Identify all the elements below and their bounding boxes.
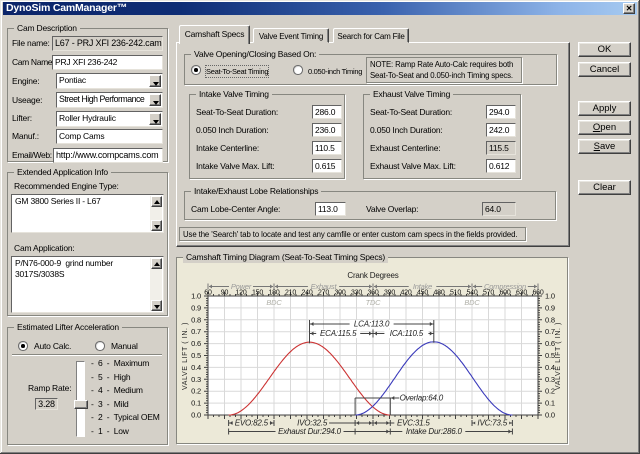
- svg-text:0.3: 0.3: [545, 375, 555, 384]
- svg-text:150: 150: [252, 290, 263, 297]
- svg-text:Intake Dur:286.0: Intake Dur:286.0: [406, 427, 463, 436]
- svg-text:VALVE LIFT ( IN. ): VALVE LIFT ( IN. ): [182, 322, 189, 390]
- svg-text:Power: Power: [231, 282, 252, 291]
- svg-text:0.5: 0.5: [191, 351, 201, 360]
- svg-text:BDC: BDC: [464, 298, 480, 307]
- svg-text:0.9: 0.9: [191, 303, 201, 312]
- svg-text:Overlap:64.0: Overlap:64.0: [400, 394, 444, 403]
- svg-text:0.0: 0.0: [545, 411, 555, 420]
- svg-text:0.6: 0.6: [191, 339, 201, 348]
- svg-text:510: 510: [450, 290, 461, 297]
- svg-text:0.2: 0.2: [191, 387, 201, 396]
- svg-text:420: 420: [400, 290, 411, 297]
- svg-text:TDC: TDC: [366, 298, 382, 307]
- svg-text:0.4: 0.4: [191, 363, 201, 372]
- svg-text:Compression: Compression: [484, 282, 526, 291]
- svg-text:0.5: 0.5: [545, 351, 555, 360]
- svg-text:IVC:73.5: IVC:73.5: [477, 419, 507, 428]
- svg-text:660: 660: [532, 290, 543, 297]
- svg-text:180: 180: [268, 290, 279, 297]
- svg-text:60: 60: [204, 290, 212, 297]
- svg-text:0.6: 0.6: [545, 339, 555, 348]
- svg-text:540: 540: [466, 290, 477, 297]
- svg-text:0.2: 0.2: [545, 387, 555, 396]
- svg-text:0.7: 0.7: [191, 327, 201, 336]
- svg-text:0.1: 0.1: [191, 399, 201, 408]
- svg-text:0.3: 0.3: [191, 375, 201, 384]
- svg-text:0.1: 0.1: [545, 399, 555, 408]
- svg-text:0.7: 0.7: [545, 327, 555, 336]
- svg-text:Intake: Intake: [413, 282, 432, 291]
- svg-text:480: 480: [433, 290, 444, 297]
- svg-text:0.4: 0.4: [545, 363, 555, 372]
- svg-text:390: 390: [384, 290, 395, 297]
- svg-text:330: 330: [351, 290, 362, 297]
- svg-text:360: 360: [367, 290, 378, 297]
- svg-text:0.8: 0.8: [191, 315, 201, 324]
- svg-text:90: 90: [221, 290, 229, 297]
- svg-text:VALVE LIFT ( IN. ): VALVE LIFT ( IN. ): [555, 322, 562, 390]
- svg-text:ICA:110.5: ICA:110.5: [390, 329, 424, 338]
- svg-text:Exhaust: Exhaust: [311, 282, 338, 291]
- svg-text:ECA:115.5: ECA:115.5: [320, 329, 357, 338]
- svg-text:1.0: 1.0: [191, 292, 201, 301]
- svg-text:LCA:113.0: LCA:113.0: [354, 320, 390, 329]
- svg-text:Crank Degrees: Crank Degrees: [347, 271, 398, 280]
- svg-text:0.9: 0.9: [545, 303, 555, 312]
- svg-text:BDC: BDC: [266, 298, 282, 307]
- svg-text:EVO:82.5: EVO:82.5: [235, 419, 269, 428]
- svg-text:210: 210: [285, 290, 296, 297]
- svg-text:0.0: 0.0: [191, 411, 201, 420]
- svg-text:1.0: 1.0: [545, 292, 555, 301]
- svg-text:Exhaust Dur:294.0: Exhaust Dur:294.0: [278, 427, 342, 436]
- svg-text:0.8: 0.8: [545, 315, 555, 324]
